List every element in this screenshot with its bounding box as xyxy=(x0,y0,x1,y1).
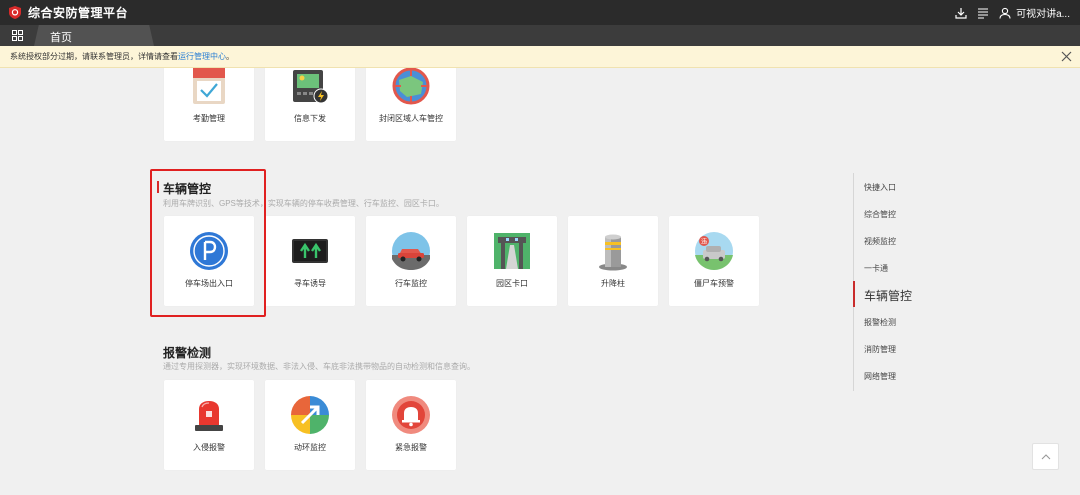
car-monitor-icon xyxy=(392,232,430,270)
card-attendance[interactable]: 考勤管理 xyxy=(164,68,254,141)
tab-home-label: 首页 xyxy=(50,32,72,44)
card-driving-monitor[interactable]: 行车监控 xyxy=(366,216,456,306)
guidance-arrows-icon xyxy=(292,239,328,263)
tab-home[interactable]: 首页 xyxy=(34,25,154,46)
card-intrusion-alarm[interactable]: 入侵报警 xyxy=(164,380,254,470)
close-icon[interactable] xyxy=(1061,51,1072,62)
ops-center-link[interactable]: 运行管理中心 xyxy=(178,51,226,62)
chevron-up-icon xyxy=(1041,453,1050,459)
user-name[interactable]: 可视对讲a... xyxy=(1016,5,1070,20)
nav-item-network-management[interactable]: 网络管理 xyxy=(864,371,896,382)
siren-icon xyxy=(195,401,223,431)
nav-item-fire-management[interactable]: 消防管理 xyxy=(864,344,896,355)
card-label: 信息下发 xyxy=(294,114,326,123)
menu-list-icon[interactable] xyxy=(977,7,989,19)
card-label: 升降柱 xyxy=(601,279,625,288)
section-nav: 快捷入口 综合管控 视频监控 一卡通 车辆管控 报警检测 消防管理 网络管理 xyxy=(853,173,953,391)
nav-item-vehicle-control[interactable]: 车辆管控 xyxy=(864,287,912,304)
card-label: 僵尸车预警 xyxy=(694,279,734,288)
card-label: 入侵报警 xyxy=(193,443,225,452)
card-env-monitor[interactable]: 动环监控 xyxy=(265,380,355,470)
image-lightning-icon xyxy=(293,70,329,104)
zombie-car-icon: 违 xyxy=(695,232,733,270)
card-zombie-car-alert[interactable]: 违 僵尸车预警 xyxy=(669,216,759,306)
bollard-icon xyxy=(599,234,627,271)
top-bar: 综合安防管理平台 可视对讲a... xyxy=(0,0,1080,25)
section-title-alarm: 报警检测 xyxy=(163,346,212,360)
card-car-guidance[interactable]: 寻车诱导 xyxy=(265,216,355,306)
card-bollard[interactable]: 升降柱 xyxy=(568,216,658,306)
download-icon[interactable] xyxy=(955,7,967,19)
card-label: 紧急报警 xyxy=(395,443,427,452)
app-title: 综合安防管理平台 xyxy=(28,6,129,20)
notice-text: 系统授权部分过期，请联系管理员，详情请查看 xyxy=(10,52,178,61)
nav-active-marker xyxy=(853,281,855,307)
user-icon[interactable] xyxy=(999,7,1011,19)
card-emergency-alarm[interactable]: 紧急报警 xyxy=(366,380,456,470)
park-gate-icon xyxy=(494,233,530,269)
card-label: 考勤管理 xyxy=(193,114,225,123)
nav-item-integrated-control[interactable]: 综合管控 xyxy=(864,209,896,220)
section-desc-alarm: 通过专用探测器，实现环境数据、非法入侵、车底非法携带物品的自动检测和信息查询。 xyxy=(163,362,475,371)
dynamic-env-icon xyxy=(291,396,329,434)
calendar-icon xyxy=(193,68,225,104)
card-label: 封闭区域人车管控 xyxy=(379,114,443,123)
card-label: 行车监控 xyxy=(395,279,427,288)
svg-text:违: 违 xyxy=(701,239,707,246)
card-label: 动环监控 xyxy=(294,443,326,452)
license-notice-bar: 系统授权部分过期，请联系管理员，详情请查看 运行管理中心。 xyxy=(0,46,1080,68)
notice-suffix: 。 xyxy=(226,52,234,61)
nav-item-alarm-detection[interactable]: 报警检测 xyxy=(864,317,896,328)
back-to-top-button[interactable] xyxy=(1032,443,1059,470)
main-content: 考勤管理 信息下发 封闭区域人车管控 车辆管控 利用车牌识别、GPS等技术，实现… xyxy=(0,68,1080,495)
nav-item-quick-entry[interactable]: 快捷入口 xyxy=(864,182,896,193)
nav-item-one-card[interactable]: 一卡通 xyxy=(864,263,888,274)
nav-item-video-monitor[interactable]: 视频监控 xyxy=(864,236,896,247)
shield-logo-icon xyxy=(9,6,21,19)
tab-bar: 首页 xyxy=(0,25,1080,46)
card-info-publish[interactable]: 信息下发 xyxy=(265,68,355,141)
card-label: 寻车诱导 xyxy=(294,279,326,288)
highlight-annotation-box xyxy=(150,169,266,317)
app-grid-icon[interactable] xyxy=(12,30,23,41)
card-park-gate[interactable]: 园区卡口 xyxy=(467,216,557,306)
card-closed-area-control[interactable]: 封闭区域人车管控 xyxy=(366,68,456,141)
card-label: 园区卡口 xyxy=(496,279,528,288)
emergency-bell-icon xyxy=(392,396,430,434)
map-target-icon xyxy=(392,68,430,105)
